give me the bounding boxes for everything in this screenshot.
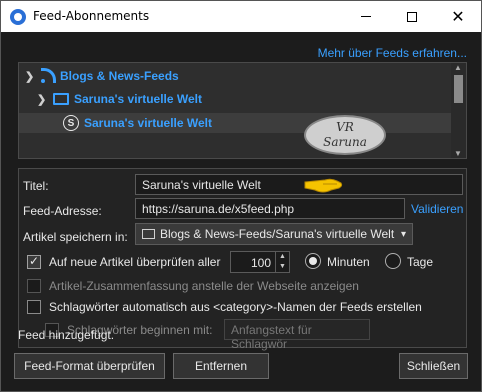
interval-value: 100 <box>250 256 271 270</box>
check-new-articles-label[interactable]: Auf neue Artikel überprüfen aller <box>49 255 220 269</box>
auto-tags-label[interactable]: Schlagwörter automatisch aus <category>-… <box>49 300 422 314</box>
interval-stepper[interactable]: 100 ▲ ▼ <box>230 251 290 273</box>
chevron-down-icon: ▾ <box>400 228 406 240</box>
folder-icon <box>142 229 155 239</box>
window-title: Feed-Abonnements <box>33 9 150 23</box>
title-bar: Feed-Abonnements ✕ <box>1 1 481 32</box>
validate-link[interactable]: Validieren <box>411 202 463 216</box>
stepper-arrows-icon[interactable]: ▲ ▼ <box>275 252 289 272</box>
days-radio[interactable] <box>385 253 401 269</box>
feed-favicon-icon: S <box>63 115 79 131</box>
save-in-value: Blogs & News-Feeds/Saruna's virtuelle We… <box>160 227 395 241</box>
thunderbird-icon <box>10 9 26 25</box>
feed-tree[interactable]: ❯ Blogs & News-Feeds ❯ Saruna's virtuell… <box>18 62 467 159</box>
tree-item-label: Saruna's virtuelle Welt <box>84 116 213 130</box>
tree-item-folder[interactable]: ❯ Saruna's virtuelle Welt <box>37 89 202 109</box>
rss-icon <box>41 68 56 83</box>
save-in-label: Artikel speichern in: <box>23 230 128 244</box>
chevron-down-icon[interactable]: ❯ <box>25 70 37 83</box>
tree-item-feed-selected[interactable]: S Saruna's virtuelle Welt <box>19 113 451 133</box>
close-window-button[interactable]: ✕ <box>435 1 481 32</box>
watermark-logo: VR Saruna <box>304 115 386 155</box>
scroll-down-icon[interactable]: ▼ <box>454 149 462 158</box>
watermark-line1: VR <box>336 120 354 134</box>
pointing-hand-icon <box>304 178 343 193</box>
minimize-button[interactable] <box>343 1 389 32</box>
dialog-content: Mehr über Feeds erfahren... ❯ Blogs & Ne… <box>1 32 481 391</box>
check-new-articles-checkbox[interactable] <box>27 254 41 269</box>
show-summary-checkbox[interactable] <box>27 279 41 293</box>
status-text: Feed hinzugefügt. <box>18 328 115 342</box>
chevron-down-icon[interactable]: ❯ <box>37 93 49 106</box>
close-button[interactable]: Schließen <box>399 353 468 379</box>
title-field[interactable]: Saruna's virtuelle Welt <box>135 174 463 195</box>
minutes-label[interactable]: Minuten <box>327 255 370 269</box>
save-in-select[interactable]: Blogs & News-Feeds/Saruna's virtuelle We… <box>135 223 413 245</box>
dialog-window: Feed-Abonnements ✕ Mehr über Feeds erfah… <box>0 0 482 392</box>
check-feed-format-button[interactable]: Feed-Format überprüfen <box>14 353 165 379</box>
close-icon: ✕ <box>451 8 465 26</box>
tree-scrollbar[interactable]: ▲ ▼ <box>451 63 466 158</box>
folder-icon <box>53 93 69 105</box>
feed-address-label: Feed-Adresse: <box>23 204 102 218</box>
title-label: Titel: <box>23 179 49 193</box>
scrollbar-thumb[interactable] <box>454 75 463 103</box>
tree-item-blogs-news[interactable]: ❯ Blogs & News-Feeds <box>25 66 179 86</box>
maximize-icon <box>407 11 417 22</box>
minutes-radio[interactable] <box>305 253 321 269</box>
feed-address-field[interactable]: https://saruna.de/x5feed.php <box>135 198 405 219</box>
remove-button[interactable]: Entfernen <box>173 353 269 379</box>
tree-item-label: Saruna's virtuelle Welt <box>74 92 203 106</box>
tree-item-label: Blogs & News-Feeds <box>60 69 179 83</box>
scroll-up-icon[interactable]: ▲ <box>454 63 462 72</box>
tags-prefix-field[interactable]: Anfangstext für Schlagwör <box>224 319 370 351</box>
show-summary-label[interactable]: Artikel-Zusammenfassung anstelle der Web… <box>49 279 359 293</box>
auto-tags-checkbox[interactable] <box>27 300 41 314</box>
minimize-icon <box>361 16 371 17</box>
maximize-button[interactable] <box>389 1 435 32</box>
watermark-line2: Saruna <box>323 135 367 149</box>
days-label[interactable]: Tage <box>407 255 433 269</box>
feed-properties-panel: Titel: Saruna's virtuelle Welt Feed-Adre… <box>18 168 467 351</box>
learn-more-link[interactable]: Mehr über Feeds erfahren... <box>318 46 467 60</box>
